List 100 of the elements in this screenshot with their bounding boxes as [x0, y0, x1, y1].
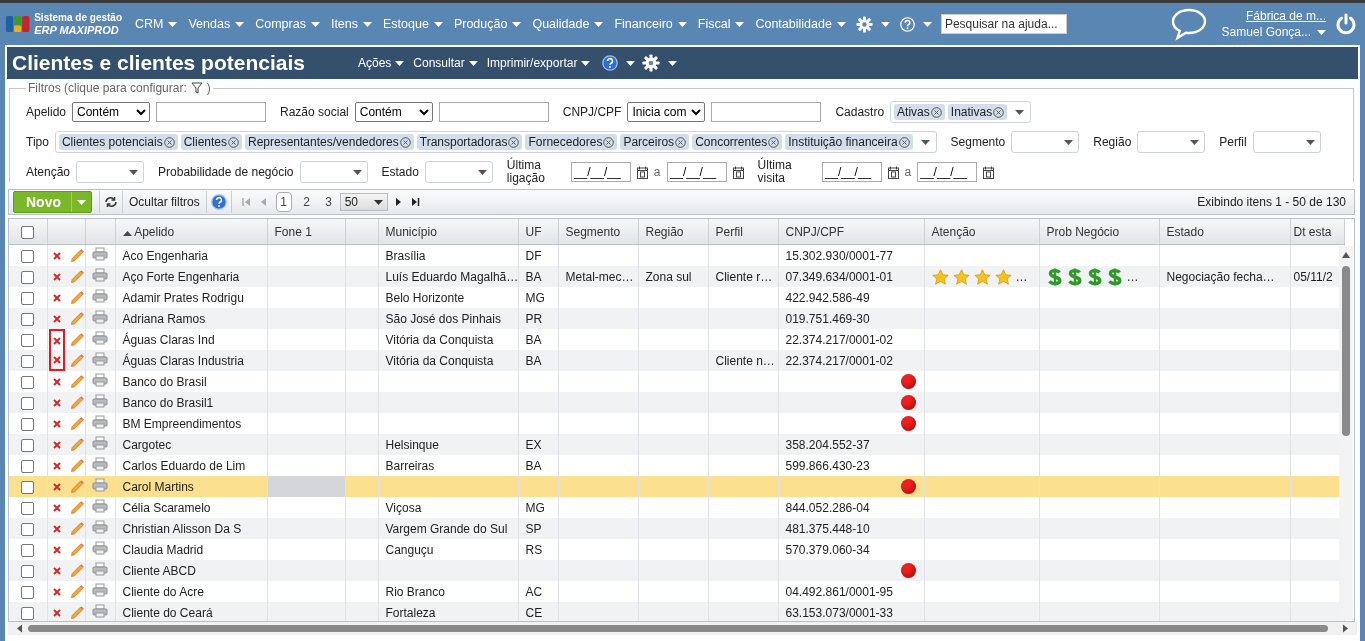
help-icon[interactable] [210, 194, 227, 210]
dropdown-field[interactable] [1252, 131, 1321, 153]
delete-icon[interactable] [52, 545, 61, 554]
page-button[interactable]: 2 [299, 193, 314, 211]
settings-menu[interactable] [855, 15, 890, 33]
delete-icon[interactable] [52, 377, 61, 386]
help-menu[interactable] [602, 55, 636, 71]
row-checkbox[interactable] [21, 564, 35, 578]
column-header[interactable]: UF [518, 219, 558, 245]
filter-tag[interactable]: Inativas [947, 104, 1008, 120]
column-header[interactable]: Prob Negócio [1039, 219, 1159, 245]
menu-item[interactable]: Itens [330, 17, 372, 31]
filter-input[interactable] [711, 102, 822, 122]
printer-icon[interactable] [92, 583, 108, 597]
edit-icon[interactable] [69, 374, 84, 389]
table-row[interactable]: Cliente do Ceará Fortaleza CE 63.153.073/0001-33 [9, 602, 1344, 621]
filter-tag[interactable]: Instituição financeira [785, 134, 913, 150]
filter-tag[interactable]: Clientes [180, 134, 242, 150]
chat-icon[interactable] [1169, 7, 1208, 41]
remove-icon[interactable] [508, 136, 520, 148]
filter-tag[interactable]: Parceiros [620, 134, 690, 150]
table-row[interactable]: Aço Forte Engenharia Luís Eduardo Magalhã… BA Metal-mec… Zona sul Cliente r… 07.349.634/0001-01 … … Negociação fecha… 05/11/2 [9, 266, 1344, 287]
delete-icon[interactable] [52, 336, 61, 345]
printer-icon[interactable] [92, 247, 108, 261]
printer-icon[interactable] [92, 541, 108, 555]
row-checkbox[interactable] [21, 438, 35, 452]
help-menu[interactable] [899, 16, 932, 32]
delete-icon[interactable] [52, 482, 61, 491]
column-header[interactable]: Segmento [558, 219, 638, 245]
printer-icon[interactable] [92, 562, 108, 576]
row-checkbox[interactable] [21, 543, 35, 557]
dropdown-field[interactable] [76, 161, 145, 183]
select-all-checkbox[interactable] [21, 225, 35, 239]
date-field[interactable]: __/__/__ [570, 162, 631, 182]
delete-icon[interactable] [52, 461, 61, 470]
table-row[interactable]: Cargotec Helsinque EX 358.204.552-37 [9, 434, 1344, 455]
column-header[interactable]: Dt esta [1290, 219, 1344, 245]
row-checkbox[interactable] [21, 459, 35, 473]
table-row[interactable]: Banco do Brasil1 [9, 392, 1344, 413]
remove-icon[interactable] [768, 136, 780, 148]
delete-icon[interactable] [52, 503, 61, 512]
printer-icon[interactable] [92, 436, 108, 450]
filter-icon[interactable] [190, 82, 203, 94]
printer-icon[interactable] [92, 373, 108, 387]
printer-icon[interactable] [92, 268, 108, 282]
menu-item[interactable]: Vendas [188, 17, 245, 31]
action-menu[interactable]: Consultar [413, 56, 478, 70]
printer-icon[interactable] [92, 457, 108, 471]
edit-icon[interactable] [69, 248, 84, 263]
menu-item[interactable]: Contabilidade [755, 17, 846, 31]
column-header[interactable]: Região [638, 219, 708, 245]
filter-tag[interactable]: Representantes/vendedores [245, 134, 414, 150]
delete-icon[interactable] [52, 440, 61, 449]
menu-item[interactable]: Estoque [383, 17, 443, 31]
operator-select[interactable]: Contém [354, 102, 433, 122]
company-link[interactable]: Fábrica de m... [1245, 8, 1326, 24]
power-icon[interactable] [1335, 13, 1357, 35]
page-button[interactable]: 3 [321, 193, 336, 211]
printer-icon[interactable] [92, 289, 108, 303]
edit-icon[interactable] [69, 458, 84, 473]
column-header[interactable]: Fone 1 [267, 219, 345, 245]
remove-icon[interactable] [228, 136, 239, 148]
row-checkbox[interactable] [21, 312, 35, 326]
filter-tag[interactable]: Clientes potenciais [58, 134, 178, 150]
column-header[interactable]: Município [378, 219, 518, 245]
menu-item[interactable]: Financeiro [614, 17, 687, 31]
delete-icon[interactable] [52, 398, 61, 407]
delete-icon[interactable] [52, 251, 61, 260]
edit-icon[interactable] [69, 416, 84, 431]
edit-icon[interactable] [69, 584, 84, 599]
table-row[interactable]: Christian Alisson Da S Vargem Grande do Sul SP 481.375.448-10 [9, 518, 1344, 539]
remove-icon[interactable] [603, 136, 615, 148]
printer-icon[interactable] [92, 310, 108, 324]
printer-icon[interactable] [92, 520, 108, 534]
calendar-icon[interactable] [636, 165, 648, 179]
row-checkbox[interactable] [21, 333, 35, 347]
filter-tag[interactable]: Transportadoras [416, 134, 523, 150]
filter-input[interactable] [156, 102, 267, 122]
row-checkbox[interactable] [21, 291, 35, 305]
row-checkbox[interactable] [21, 501, 35, 515]
date-field[interactable]: __/__/__ [917, 162, 978, 182]
row-checkbox[interactable] [21, 270, 35, 284]
row-checkbox[interactable] [21, 522, 35, 536]
menu-item[interactable]: CRM [135, 17, 178, 31]
operator-select[interactable]: Contém [72, 102, 151, 122]
remove-icon[interactable] [163, 136, 175, 148]
column-header[interactable]: Atenção [924, 219, 1039, 245]
remove-icon[interactable] [898, 136, 910, 148]
dropdown-field[interactable] [299, 161, 368, 183]
next-icon[interactable] [393, 197, 403, 207]
printer-icon[interactable] [92, 499, 108, 513]
table-row[interactable]: Cliente ABCD [9, 560, 1344, 581]
column-header[interactable]: Apelido [115, 219, 267, 245]
help-search-field[interactable]: Pesquisar na ajuda... [940, 14, 1067, 34]
operator-select[interactable]: Inicia com [627, 102, 706, 122]
edit-icon[interactable] [69, 500, 84, 515]
delete-icon[interactable] [52, 293, 61, 302]
tag-field[interactable]: Clientes potenciais Clientes Representantes/vendedores Transportadoras Fornecedores Parceiros Concorrentes Instituição financeira [54, 131, 937, 153]
date-field[interactable]: __/__/__ [821, 162, 882, 182]
last-icon[interactable] [410, 197, 420, 207]
